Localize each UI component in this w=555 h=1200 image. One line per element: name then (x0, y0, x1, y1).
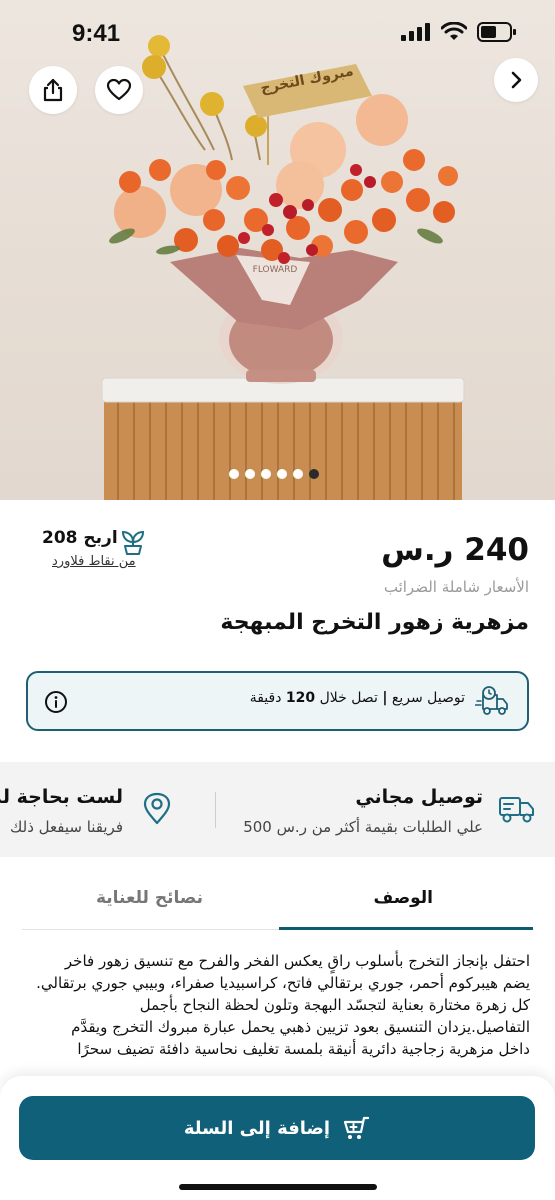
wifi-icon (441, 22, 467, 40)
chevron-right-icon (511, 71, 522, 89)
tab-care-tips[interactable]: نصائح للعناية (96, 888, 203, 908)
bottom-action-bar: إضافة إلى السلة (0, 1076, 555, 1200)
share-button[interactable] (29, 66, 77, 114)
description-line: يضم هيبركوم أحمر، جوري برتقالي فاتح، كرا… (36, 974, 530, 992)
product-image-carousel[interactable]: FLOWARD مبروك التخرج 9:41 (0, 0, 555, 500)
delivery-text: توصيل سريع | تصل خلال 120 دقيقة (249, 690, 465, 706)
status-time: 9:41 (72, 20, 121, 47)
fast-delivery-icon (475, 686, 508, 715)
battery-icon (477, 22, 516, 42)
info-icon[interactable] (44, 690, 68, 714)
plant-icon (121, 530, 145, 555)
perk-subtitle: فريقنا سيفعل ذلك (9, 818, 123, 836)
perk-title: لست بحاجة لمعرفة العنوان (0, 786, 123, 808)
product-description: احتفل بإنجاز التخرج بأسلوب راقٍ يعكس الف… (30, 950, 530, 1060)
description-line: كل زهرة مختارة بعناية لتجسّد البهجة وتلو… (139, 996, 530, 1014)
points-link[interactable]: من نقاط فلاورد (52, 554, 136, 569)
product-tabs: الوصف نصائح للعناية (22, 874, 533, 930)
description-line: داخل مزهرية زجاجية دائرية أنيقة بلمسة تغ… (77, 1040, 530, 1058)
cart-plus-icon (344, 1116, 370, 1139)
carousel-dot-active[interactable] (309, 469, 319, 479)
carousel-indicator[interactable] (229, 469, 319, 479)
add-to-cart-button[interactable]: إضافة إلى السلة (19, 1096, 535, 1160)
delivery-info-banner[interactable]: توصيل سريع | تصل خلال 120 دقيقة (26, 671, 529, 731)
status-icons (401, 22, 517, 42)
carousel-dot[interactable] (277, 469, 287, 479)
next-button[interactable] (494, 58, 538, 102)
carousel-dot[interactable] (245, 469, 255, 479)
favorite-button[interactable] (95, 66, 143, 114)
share-icon (43, 78, 63, 102)
product-photo: FLOWARD (101, 35, 465, 500)
location-pin-icon (143, 792, 171, 825)
description-line: التفاصيل.يزدان التنسيق بعود تزيين ذهبي ي… (71, 1018, 530, 1036)
truck-icon (499, 797, 534, 823)
tax-note: الأسعار شاملة الضرائب (383, 578, 529, 596)
carousel-dot[interactable] (261, 469, 271, 479)
description-line: احتفل بإنجاز التخرج بأسلوب راقٍ يعكس الف… (64, 952, 530, 970)
home-indicator (179, 1184, 377, 1190)
perk-title: توصيل مجاني (355, 786, 483, 808)
status-bar: 9:41 (0, 0, 555, 64)
svg-text:FLOWARD: FLOWARD (253, 265, 298, 275)
carousel-dot[interactable] (293, 469, 303, 479)
product-title: مزهرية زهور التخرج المبهجة (220, 610, 529, 635)
divider (215, 792, 216, 828)
heart-icon (106, 78, 132, 101)
product-price: 240 ر.س (381, 532, 529, 568)
tab-active-indicator (279, 927, 533, 930)
perk-subtitle: علي الطلبات بقيمة أكثر من ر.س 500 (243, 818, 483, 836)
signal-icon (401, 23, 430, 41)
carousel-dot[interactable] (229, 469, 239, 479)
tab-description[interactable]: الوصف (373, 888, 433, 908)
add-to-cart-label: إضافة إلى السلة (183, 1117, 331, 1139)
points-value: اربح 208 (42, 528, 118, 548)
price-value: 240 ر.س (381, 532, 529, 568)
perks-strip[interactable]: توصيل مجاني علي الطلبات بقيمة أكثر من ر.… (0, 762, 555, 857)
loyalty-points[interactable]: اربح 208 من نقاط فلاورد (26, 526, 156, 576)
